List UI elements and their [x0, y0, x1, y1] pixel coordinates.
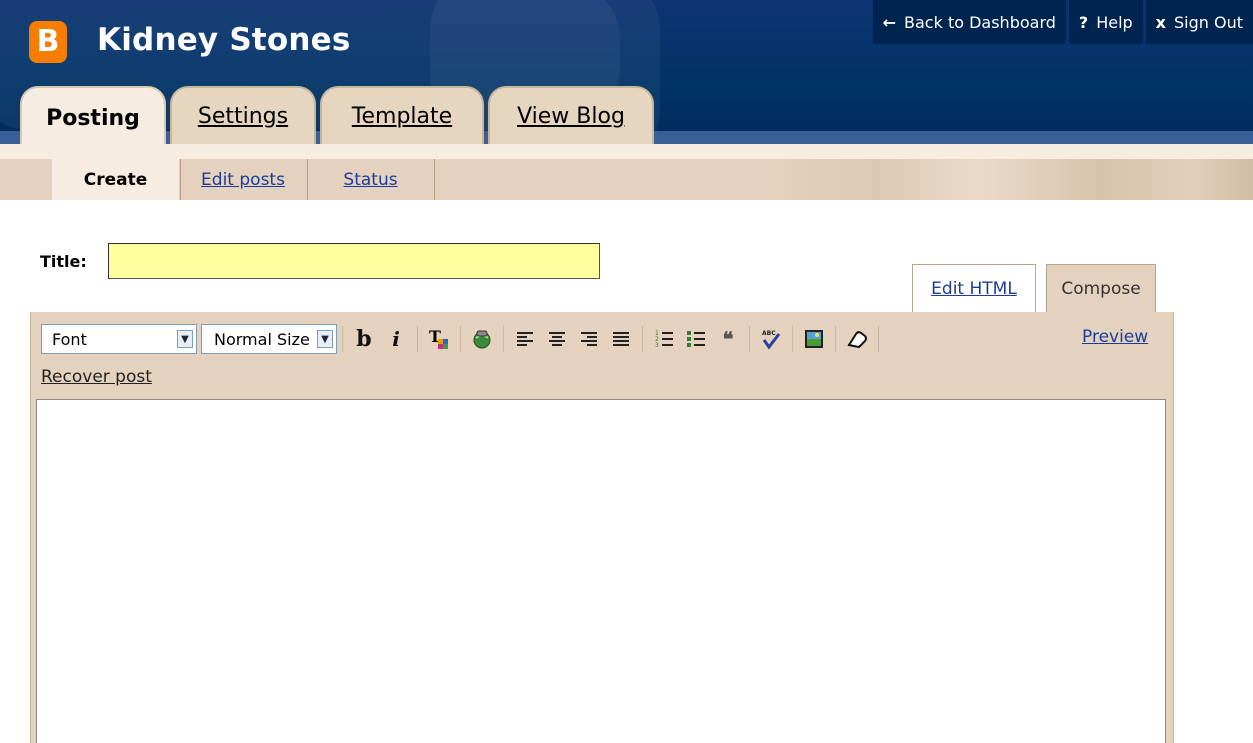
blockquote-icon[interactable]: ❝ — [714, 324, 742, 354]
toolbar-divider — [642, 326, 643, 352]
subnav-status[interactable]: Status — [308, 159, 433, 200]
toolbar-divider — [342, 326, 343, 352]
toolbar-divider — [792, 326, 793, 352]
back-to-dashboard-link[interactable]: ← Back to Dashboard — [872, 0, 1066, 44]
title-label: Title: — [40, 252, 87, 271]
align-center-icon[interactable] — [543, 324, 571, 354]
chevron-down-icon: ▼ — [317, 330, 333, 348]
subnav-edit-posts[interactable]: Edit posts — [181, 159, 305, 200]
sign-out-link[interactable]: x Sign Out — [1145, 0, 1253, 44]
toolbar-divider — [749, 326, 750, 352]
numbered-list-icon[interactable]: 123 — [650, 324, 678, 354]
italic-icon[interactable]: i — [382, 324, 410, 354]
align-right-icon[interactable] — [575, 324, 603, 354]
chevron-down-icon: ▼ — [177, 330, 193, 348]
eraser-icon[interactable] — [843, 324, 871, 354]
blogger-header: B Kidney Stones ← Back to Dashboard ? He… — [0, 0, 1253, 144]
recover-post-link[interactable]: Recover post — [41, 367, 152, 387]
tab-view-blog[interactable]: View Blog — [488, 86, 654, 144]
help-link[interactable]: ? Help — [1068, 0, 1143, 44]
toolbar-divider — [460, 326, 461, 352]
subnav-create[interactable]: Create — [52, 159, 179, 200]
font-size-select[interactable]: Normal Size ▼ — [201, 324, 337, 354]
bold-icon[interactable]: b — [350, 324, 378, 354]
toolbar-divider — [503, 326, 504, 352]
tab-template[interactable]: Template — [320, 86, 484, 144]
preview-link[interactable]: Preview — [1082, 327, 1148, 347]
tab-settings[interactable]: Settings — [170, 86, 316, 144]
link-icon[interactable] — [468, 324, 496, 354]
toolbar-divider — [878, 326, 879, 352]
text-color-icon[interactable]: T — [425, 324, 453, 354]
post-body-editor[interactable] — [36, 399, 1166, 743]
edit-html-tab[interactable]: Edit HTML — [912, 264, 1036, 313]
subnav-top-strip — [0, 144, 1253, 159]
toolbar-divider — [835, 326, 836, 352]
bullet-list-icon[interactable] — [682, 324, 710, 354]
spellcheck-icon[interactable]: ABC — [757, 324, 785, 354]
tab-posting[interactable]: Posting — [20, 86, 166, 144]
blog-title: Kidney Stones — [97, 22, 351, 58]
align-justify-icon[interactable] — [607, 324, 635, 354]
close-x-icon: x — [1155, 12, 1166, 32]
toolbar-divider — [417, 326, 418, 352]
font-select[interactable]: Font ▼ — [41, 324, 197, 354]
subnav-divider — [434, 159, 435, 200]
arrow-left-icon: ← — [882, 12, 897, 32]
post-title-input[interactable] — [108, 243, 600, 279]
svg-text:ABC: ABC — [762, 330, 776, 337]
formatting-toolbar: Font ▼ Normal Size ▼ b i T 1 2 3 ❝ ABC — [41, 323, 884, 355]
svg-text:3: 3 — [655, 342, 659, 349]
question-mark-icon: ? — [1078, 12, 1089, 32]
top-navigation: ← Back to Dashboard ? Help x Sign Out — [870, 0, 1253, 44]
image-icon[interactable] — [800, 324, 828, 354]
align-left-icon[interactable] — [511, 324, 539, 354]
compose-tab[interactable]: Compose — [1046, 264, 1156, 313]
blogger-logo-icon[interactable]: B — [29, 21, 67, 63]
